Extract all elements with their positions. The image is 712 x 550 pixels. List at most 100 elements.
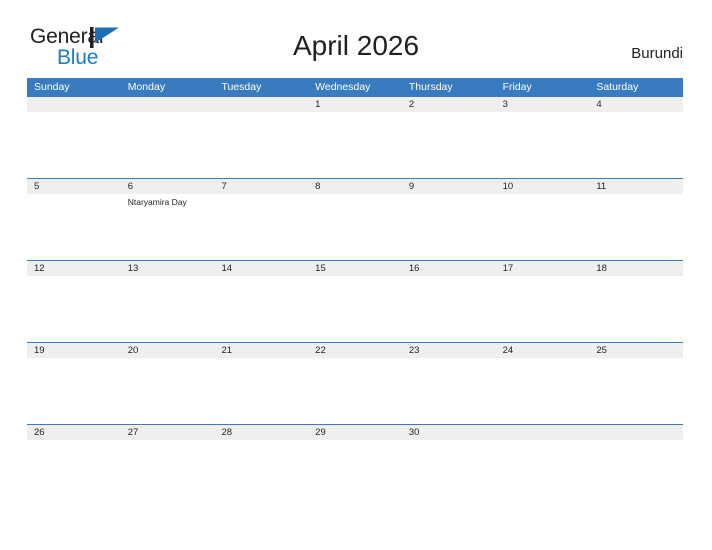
day-events — [27, 358, 121, 360]
day-number: 6 — [120, 179, 215, 194]
day-cell[interactable]: 26 — [27, 425, 121, 506]
day-cell[interactable]: 17 — [495, 261, 590, 342]
day-number: 15 — [308, 261, 402, 276]
day-cell[interactable]: 19 — [27, 343, 121, 424]
day-events — [27, 112, 121, 114]
day-cell-empty — [495, 425, 590, 506]
day-events — [496, 358, 590, 360]
day-cell[interactable]: 6 Ntaryamira Day — [120, 179, 215, 260]
day-number: 26 — [27, 425, 121, 440]
day-number: 20 — [120, 343, 215, 358]
day-cell[interactable]: 13 — [120, 261, 215, 342]
weekday-header-row: Sunday Monday Tuesday Wednesday Thursday… — [27, 78, 683, 97]
day-number: 19 — [27, 343, 121, 358]
day-cell[interactable]: 29 — [308, 425, 402, 506]
day-events — [214, 194, 308, 196]
page-title: April 2026 — [292, 30, 420, 61]
country-label: Burundi — [631, 45, 683, 62]
weekday-header-sunday: Sunday — [34, 81, 70, 93]
day-cell[interactable]: 30 — [401, 425, 496, 506]
day-cell[interactable]: 9 — [401, 179, 496, 260]
day-number: 9 — [401, 179, 496, 194]
day-cell[interactable]: 20 — [120, 343, 215, 424]
day-number: 17 — [495, 261, 590, 276]
day-cell[interactable]: 3 — [495, 97, 590, 178]
day-number — [214, 97, 309, 112]
day-events — [589, 276, 683, 278]
day-number: 28 — [214, 425, 309, 440]
day-cell[interactable]: 5 — [27, 179, 121, 260]
calendar-page: General Blue April 2026 Burundi Sunday M… — [0, 0, 712, 550]
day-events — [214, 276, 308, 278]
day-events — [214, 440, 308, 442]
day-number: 21 — [214, 343, 309, 358]
day-events — [589, 358, 683, 360]
day-number — [27, 97, 121, 112]
day-events — [496, 112, 590, 114]
day-number — [495, 425, 590, 440]
day-events — [121, 276, 215, 278]
day-number: 1 — [308, 97, 402, 112]
day-events — [496, 276, 590, 278]
day-events — [496, 194, 590, 196]
day-cell[interactable]: 15 — [308, 261, 402, 342]
weekday-header-wednesday: Wednesday — [315, 81, 371, 93]
weekday-header-saturday: Saturday — [596, 81, 639, 93]
day-cell[interactable]: 14 — [214, 261, 309, 342]
day-events — [308, 112, 402, 114]
day-cell[interactable]: 27 — [120, 425, 215, 506]
day-cell-empty — [214, 97, 309, 178]
day-cell[interactable]: 22 — [308, 343, 402, 424]
day-cell[interactable]: 7 — [214, 179, 309, 260]
holiday-label: Ntaryamira Day — [127, 197, 187, 207]
day-events — [214, 358, 308, 360]
day-cell[interactable]: 25 — [589, 343, 684, 424]
day-events — [121, 112, 215, 114]
day-events — [402, 358, 496, 360]
day-events — [308, 358, 402, 360]
day-cell[interactable]: 4 — [589, 97, 684, 178]
day-events — [27, 276, 121, 278]
day-number: 14 — [214, 261, 309, 276]
day-cell-empty — [589, 425, 684, 506]
day-events — [402, 112, 496, 114]
day-cell[interactable]: 12 — [27, 261, 121, 342]
day-events — [308, 276, 402, 278]
day-number: 24 — [495, 343, 590, 358]
day-events — [121, 358, 215, 360]
day-cell[interactable]: 8 — [308, 179, 402, 260]
day-events — [27, 194, 121, 196]
day-cell[interactable]: 24 — [495, 343, 590, 424]
day-events — [308, 440, 402, 442]
day-cell[interactable]: 23 — [401, 343, 496, 424]
day-cell[interactable]: 21 — [214, 343, 309, 424]
day-number: 8 — [308, 179, 402, 194]
weekday-header-tuesday: Tuesday — [221, 81, 262, 93]
day-cell[interactable]: 16 — [401, 261, 496, 342]
day-number: 30 — [401, 425, 496, 440]
calendar-grid: Sunday Monday Tuesday Wednesday Thursday… — [27, 78, 684, 506]
calendar-week-row: 5 6 Ntaryamira Day 7 8 9 10 11 — [27, 178, 684, 260]
calendar-week-row: 19 20 21 22 23 24 25 — [27, 342, 684, 424]
day-events — [27, 440, 121, 442]
day-events: Ntaryamira Day — [121, 194, 215, 208]
day-number: 2 — [401, 97, 496, 112]
calendar-week-row: 1234 — [27, 97, 684, 178]
day-cell[interactable]: 10 — [495, 179, 590, 260]
weekday-header-monday: Monday — [127, 81, 166, 93]
day-cell[interactable]: 11 — [589, 179, 684, 260]
day-events — [496, 440, 590, 442]
day-number — [589, 425, 684, 440]
day-cell[interactable]: 28 — [214, 425, 309, 506]
day-events — [402, 276, 496, 278]
day-number: 12 — [27, 261, 121, 276]
day-number: 4 — [589, 97, 684, 112]
day-number: 18 — [589, 261, 684, 276]
day-number: 29 — [308, 425, 402, 440]
day-number: 10 — [495, 179, 590, 194]
calendar-week-row: 12 13 14 15 16 17 18 — [27, 260, 684, 342]
day-events — [308, 194, 402, 196]
day-cell[interactable]: 2 — [401, 97, 496, 178]
day-cell[interactable]: 18 — [589, 261, 684, 342]
day-cell[interactable]: 1 — [308, 97, 402, 178]
